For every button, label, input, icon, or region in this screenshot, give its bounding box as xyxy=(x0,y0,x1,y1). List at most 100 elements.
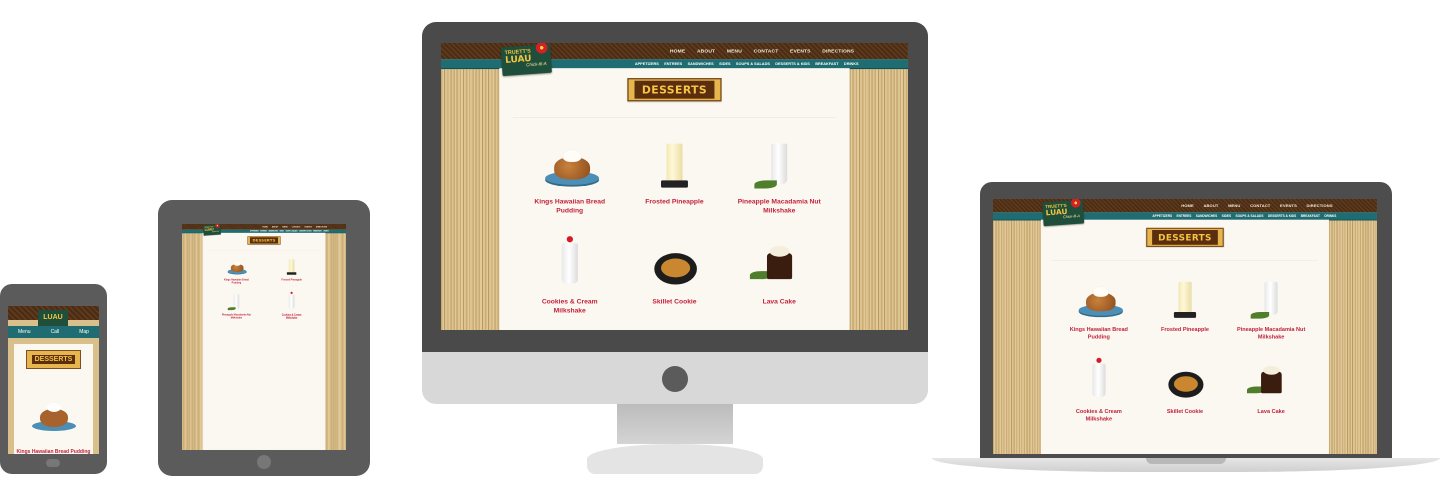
subnav-soups-salads[interactable]: SOUPS & SALADS xyxy=(286,230,298,232)
phone-map-button[interactable]: Map xyxy=(79,329,89,335)
menu-item[interactable]: Frosted Pineapple xyxy=(622,135,727,215)
subnav-sides[interactable]: SIDES xyxy=(1222,214,1231,218)
item-caption[interactable]: Skillet Cookie xyxy=(1167,408,1203,415)
lava-cake-image xyxy=(1247,357,1295,405)
item-caption[interactable]: Pineapple Macadamia Nut Milkshake xyxy=(221,313,253,319)
nav-about[interactable]: ABOUT xyxy=(697,48,715,53)
skillet-cookie-image xyxy=(1161,357,1209,405)
pineapple-drink-image xyxy=(281,256,302,277)
nav-contact[interactable]: CONTACT xyxy=(754,48,779,53)
subnav-soups-salads[interactable]: SOUPS & SALADS xyxy=(736,61,770,65)
subnav-sandwiches[interactable]: SANDWICHES xyxy=(688,61,714,65)
nav-contact[interactable]: CONTACT xyxy=(1250,203,1270,207)
menu-item[interactable]: Kings Hawaiian Bread Pudding xyxy=(517,135,622,215)
nav-events[interactable]: EVENTS xyxy=(790,48,811,53)
menu-item[interactable]: Cookies & Cream Milkshake xyxy=(517,235,622,315)
menu-item[interactable]: Kings Hawaiian Bread Pudding xyxy=(1056,275,1142,341)
phone-item-caption[interactable]: Kings Hawaiian Bread Pudding xyxy=(14,449,93,454)
item-caption[interactable]: Kings Hawaiian Bread Pudding xyxy=(221,278,253,284)
subnav-soups-salads[interactable]: SOUPS & SALADS xyxy=(1236,214,1264,218)
item-caption[interactable]: Cookies & Cream Milkshake xyxy=(276,313,308,319)
subnav-appetizers[interactable]: APPETIZERS xyxy=(250,230,258,232)
item-caption[interactable]: Lava Cake xyxy=(1257,408,1284,415)
hibiscus-icon xyxy=(535,43,548,54)
menu-item[interactable]: Skillet Cookie xyxy=(1142,357,1228,423)
subnav-appetizers[interactable]: APPETIZERS xyxy=(1152,214,1172,218)
subnav-entrees[interactable]: ENTREES xyxy=(260,230,266,232)
item-caption[interactable]: Kings Hawaiian Bread Pudding xyxy=(525,197,615,215)
menu-item[interactable]: Skillet Cookie xyxy=(622,235,727,315)
bread-pudding-image xyxy=(541,135,599,193)
menu-item[interactable]: Pineapple Macadamia Nut Milkshake xyxy=(1228,275,1314,341)
item-caption[interactable]: Pineapple Macadamia Nut Milkshake xyxy=(734,197,824,215)
nav-events[interactable]: EVENTS xyxy=(1280,203,1297,207)
nav-menu[interactable]: MENU xyxy=(282,226,287,228)
menu-item[interactable]: Lava Cake xyxy=(727,235,832,315)
hibiscus-icon xyxy=(1070,199,1081,209)
bread-pudding-image xyxy=(226,256,247,277)
menu-item[interactable]: Kings Hawaiian Bread Pudding xyxy=(209,256,264,284)
menu-item[interactable]: Pineapple Macadamia Nut Milkshake xyxy=(209,291,264,319)
nav-home[interactable]: HOME xyxy=(1181,203,1194,207)
subnav-sandwiches[interactable]: SANDWICHES xyxy=(1196,214,1217,218)
nav-menu[interactable]: MENU xyxy=(1228,203,1240,207)
logo[interactable]: TRUETT'S LUAU Chick-fil-A xyxy=(1042,199,1085,227)
nav-home[interactable]: HOME xyxy=(262,226,267,228)
nav-events[interactable]: EVENTS xyxy=(305,226,312,228)
tablet-screen: HOME ABOUT MENU CONTACT EVENTS DIRECTION… xyxy=(182,224,346,450)
item-caption[interactable]: Cookies & Cream Milkshake xyxy=(525,297,615,315)
cookies-cream-shake-image xyxy=(1075,357,1123,405)
logo-text: Chick-fil-A xyxy=(211,230,220,233)
phone-home-button[interactable] xyxy=(46,459,60,467)
nav-about[interactable]: ABOUT xyxy=(272,226,278,228)
subnav-sides[interactable]: SIDES xyxy=(280,230,284,232)
phone-call-button[interactable]: Call xyxy=(51,329,60,335)
nav-directions[interactable]: DIRECTIONS xyxy=(316,226,327,228)
milkshake-image xyxy=(1247,275,1295,323)
page-title-banner: DESSERTS xyxy=(627,78,722,102)
subnav-drinks[interactable]: DRINKS xyxy=(1324,214,1336,218)
item-caption[interactable]: Kings Hawaiian Bread Pudding xyxy=(1062,326,1136,341)
menu-item[interactable]: Cookies & Cream Milkshake xyxy=(1056,357,1142,423)
item-caption[interactable]: Frosted Pineapple xyxy=(645,197,703,206)
menu-item[interactable]: Cookies & Cream Milkshake xyxy=(264,291,319,319)
milkshake-image xyxy=(750,135,808,193)
subnav-drinks[interactable]: DRINKS xyxy=(324,230,329,232)
subnav-drinks[interactable]: DRINKS xyxy=(844,61,859,65)
nav-directions[interactable]: DIRECTIONS xyxy=(1307,203,1333,207)
phone-menu-button[interactable]: Menu xyxy=(18,329,31,335)
item-caption[interactable]: Lava Cake xyxy=(763,297,796,306)
subnav-desserts-kids[interactable]: DESSERTS & KIDS xyxy=(299,230,311,232)
nav-directions[interactable]: DIRECTIONS xyxy=(822,48,854,53)
subnav-entrees[interactable]: ENTREES xyxy=(664,61,682,65)
skillet-cookie-image xyxy=(645,235,703,293)
item-caption[interactable]: Skillet Cookie xyxy=(652,297,696,306)
subnav-breakfast[interactable]: BREAKFAST xyxy=(1301,214,1320,218)
menu-item[interactable]: Pineapple Macadamia Nut Milkshake xyxy=(727,135,832,215)
lava-cake-image xyxy=(750,235,808,293)
subnav-entrees[interactable]: ENTREES xyxy=(1177,214,1192,218)
subnav-sandwiches[interactable]: SANDWICHES xyxy=(269,230,278,232)
item-caption[interactable]: Pineapple Macadamia Nut Milkshake xyxy=(1234,326,1308,341)
desktop-device: HOME ABOUT MENU CONTACT EVENTS DIRECTION… xyxy=(422,22,928,477)
menu-item[interactable]: Frosted Pineapple xyxy=(264,256,319,284)
nav-home[interactable]: HOME xyxy=(670,48,685,53)
item-caption[interactable]: Frosted Pineapple xyxy=(1161,326,1209,333)
logo[interactable]: TRUETT'S LUAU Chick-fil-A xyxy=(500,43,552,77)
logo[interactable]: TRUETT'S LUAU Chick-fil-A xyxy=(202,224,221,236)
phone-logo: LUAU xyxy=(38,310,68,326)
subnav-desserts-kids[interactable]: DESSERTS & KIDS xyxy=(775,61,810,65)
subnav-appetizers[interactable]: APPETIZERS xyxy=(635,61,659,65)
menu-item[interactable]: Lava Cake xyxy=(1228,357,1314,423)
tablet-home-button[interactable] xyxy=(257,455,271,469)
item-caption[interactable]: Frosted Pineapple xyxy=(281,278,302,281)
subnav-desserts-kids[interactable]: DESSERTS & KIDS xyxy=(1268,214,1296,218)
subnav-breakfast[interactable]: BREAKFAST xyxy=(313,230,321,232)
item-caption[interactable]: Cookies & Cream Milkshake xyxy=(1062,408,1136,423)
menu-item[interactable]: Frosted Pineapple xyxy=(1142,275,1228,341)
nav-menu[interactable]: MENU xyxy=(727,48,742,53)
nav-contact[interactable]: CONTACT xyxy=(292,226,301,228)
subnav-breakfast[interactable]: BREAKFAST xyxy=(815,61,838,65)
subnav-sides[interactable]: SIDES xyxy=(719,61,730,65)
nav-about[interactable]: ABOUT xyxy=(1203,203,1218,207)
